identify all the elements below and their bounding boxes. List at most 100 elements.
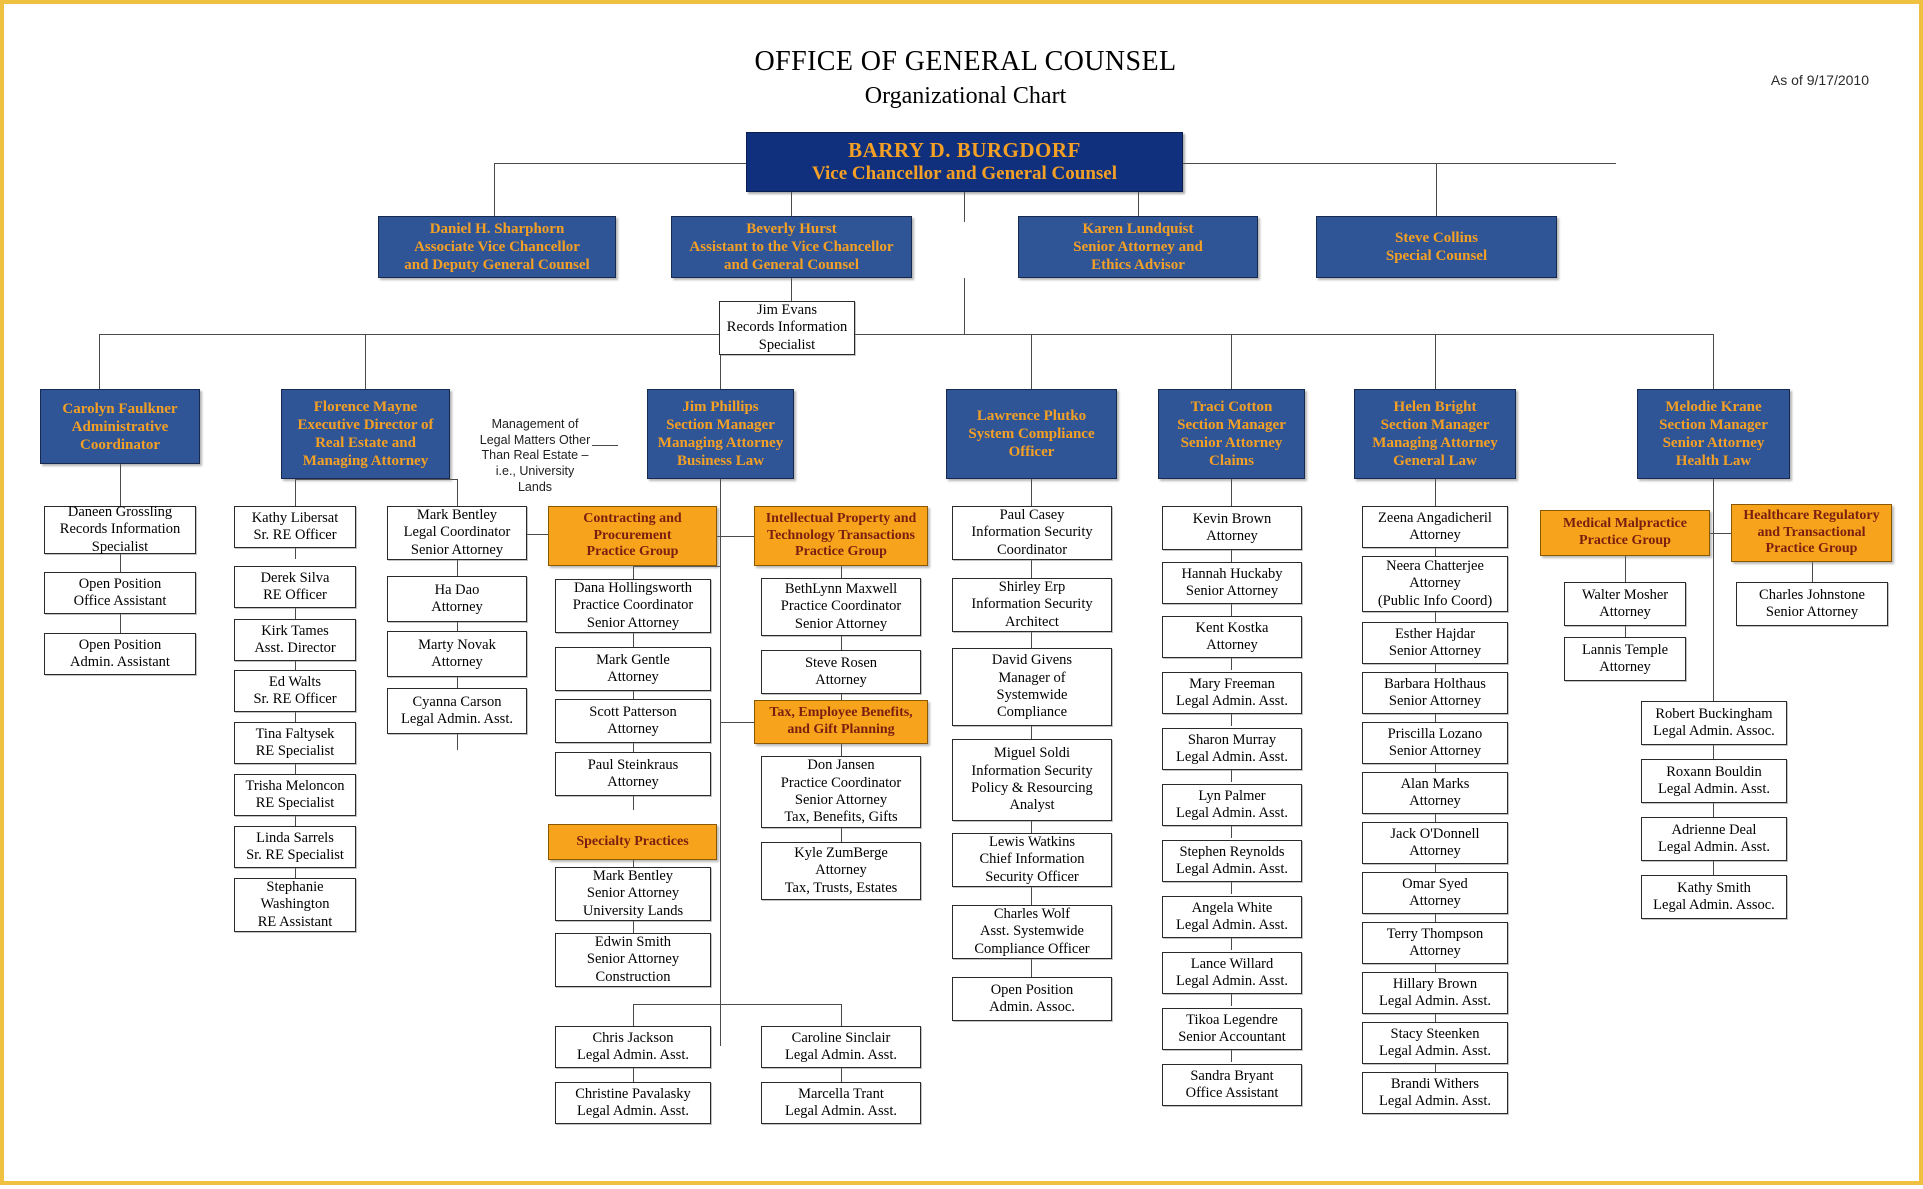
staff-box[interactable]: Terry Thompson Attorney (1362, 922, 1508, 964)
person-name: Paul Casey (999, 506, 1065, 523)
staff-box[interactable]: Chris Jackson Legal Admin. Asst. (555, 1026, 711, 1068)
staff-box[interactable]: Marcella Trant Legal Admin. Asst. (761, 1082, 921, 1124)
staff-box[interactable]: Marty Novak Attorney (387, 631, 527, 677)
staff-box[interactable]: Trisha Meloncon RE Specialist (234, 774, 356, 816)
practice-group-ip[interactable]: Intellectual Property and Technology Tra… (754, 506, 928, 566)
practice-group-medmal[interactable]: Medical Malpractice Practice Group (1540, 510, 1710, 556)
staff-box[interactable]: Christine Pavalasky Legal Admin. Asst. (555, 1082, 711, 1124)
staff-box[interactable]: Kyle ZumBerge Attorney Tax, Trusts, Estate… (761, 842, 921, 900)
staff-box[interactable]: BethLynn Maxwell Practice Coordinator Seni… (761, 578, 921, 636)
staff-box[interactable]: Hillary Brown Legal Admin. Asst. (1362, 972, 1508, 1014)
staff-box[interactable]: Cyanna Carson Legal Admin. Asst. (387, 688, 527, 734)
staff-box[interactable]: Derek Silva RE Officer (234, 566, 356, 608)
staff-box[interactable]: Ed Walts Sr. RE Officer (234, 670, 356, 712)
person-title-1: Legal Admin. Asst. (1658, 781, 1770, 797)
practice-group-tax[interactable]: Tax, Employee Benefits, and Gift Plannin… (754, 700, 928, 744)
staff-box[interactable]: Dana Hollingsworth Practice Coordinator Se… (555, 579, 711, 633)
staff-box[interactable]: David Givens Manager of Systemwide Complian… (952, 648, 1112, 726)
staff-box[interactable]: Open Position Admin. Assoc. (952, 977, 1112, 1021)
staff-box[interactable]: Sharon Murray Legal Admin. Asst. (1162, 728, 1302, 770)
staff-box[interactable]: Lannis Temple Attorney (1564, 637, 1686, 681)
staff-box[interactable]: Lance Willard Legal Admin. Asst. (1162, 952, 1302, 994)
staff-box[interactable]: Kirk Tames Asst. Director (234, 619, 356, 661)
practice-group-specialty[interactable]: Specialty Practices (548, 824, 717, 860)
box-sharphorn[interactable]: Daniel H. Sharphorn Associate Vice Chanc… (378, 216, 616, 278)
staff-box[interactable]: Tina Faltysek RE Specialist (234, 722, 356, 764)
staff-box[interactable]: Charles Wolf Asst. Systemwide Compliance O… (952, 905, 1112, 959)
staff-box[interactable]: Open Position Office Assistant (44, 572, 196, 614)
exec-box-burgdorf[interactable]: BARRY D. BURGDORF Vice Chancellor and Ge… (746, 132, 1183, 192)
connector (841, 636, 842, 650)
staff-box[interactable]: Zeena Angadicheril Attorney (1362, 506, 1508, 548)
dept-box-plutko[interactable]: Lawrence Plutko System Compliance Office… (946, 389, 1117, 479)
practice-group-healthreg[interactable]: Healthcare Regulatory and Transactional … (1731, 504, 1892, 562)
staff-box[interactable]: Omar Syed Attorney (1362, 872, 1508, 914)
staff-box[interactable]: Miguel Soldi Information Security Policy &… (952, 739, 1112, 821)
staff-box[interactable]: Charles Johnstone Senior Attorney (1736, 582, 1888, 626)
staff-box[interactable]: Barbara Holthaus Senior Attorney (1362, 672, 1508, 714)
person-name: Steve Collins (1395, 230, 1478, 246)
staff-box[interactable]: Open Position Admin. Assistant (44, 633, 196, 675)
practice-group-contracting[interactable]: Contracting and Procurement Practice Gro… (548, 506, 717, 566)
staff-box[interactable]: Robert Buckingham Legal Admin. Assoc. (1641, 701, 1787, 745)
staff-box[interactable]: Paul Casey Information Security Coordinato… (952, 506, 1112, 560)
staff-box[interactable]: Walter Mosher Attorney (1564, 582, 1686, 626)
dept-box-cotton[interactable]: Traci Cotton Section Manager Senior Atto… (1158, 389, 1305, 479)
person-title-2: Coordinator (996, 541, 1068, 558)
person-name: Cyanna Carson (412, 693, 502, 710)
staff-box[interactable]: Paul Steinkraus Attorney (555, 752, 711, 796)
staff-box[interactable]: Esther Hajdar Senior Attorney (1362, 622, 1508, 664)
box-lundquist[interactable]: Karen Lundquist Senior Attorney and Ethi… (1018, 216, 1258, 278)
staff-box[interactable]: Angela White Legal Admin. Asst. (1162, 896, 1302, 938)
person-name: Stephen Reynolds (1179, 843, 1285, 860)
staff-box[interactable]: Kent Kostka Attorney (1162, 616, 1302, 658)
staff-box[interactable]: Sandra Bryant Office Assistant (1162, 1064, 1302, 1106)
staff-box[interactable]: Brandi Withers Legal Admin. Asst. (1362, 1072, 1508, 1114)
box-jim-evans[interactable]: Jim Evans Records Information Specialist (719, 301, 855, 355)
dept-box-faulkner[interactable]: Carolyn Faulkner Administrative Coordina… (40, 389, 200, 464)
connector (841, 1004, 842, 1026)
staff-box[interactable]: Lewis Watkins Chief Information Security O… (952, 833, 1112, 887)
person-name: Stacy Steenken (1390, 1025, 1480, 1042)
box-hurst[interactable]: Beverly Hurst Assistant to the Vice Chan… (671, 216, 912, 278)
staff-box[interactable]: Mark Bentley Legal Coordinator Senior Atto… (387, 506, 527, 560)
staff-box[interactable]: Don Jansen Practice Coordinator Senior Att… (761, 756, 921, 828)
staff-box[interactable]: Stephen Reynolds Legal Admin. Asst. (1162, 840, 1302, 882)
staff-box[interactable]: Tikoa Legendre Senior Accountant (1162, 1008, 1302, 1050)
person-title-2: and Deputy General Counsel (404, 257, 590, 273)
staff-box[interactable]: Caroline Sinclair Legal Admin. Asst. (761, 1026, 921, 1068)
staff-box[interactable]: Ha Dao Attorney (387, 576, 527, 622)
staff-box[interactable]: Shirley Erp Information Security Architect (952, 578, 1112, 632)
person-title-1: Attorney (1409, 943, 1461, 959)
dept-box-mayne[interactable]: Florence Mayne Executive Director of Rea… (281, 389, 450, 479)
staff-box[interactable]: Mary Freeman Legal Admin. Asst. (1162, 672, 1302, 714)
staff-box[interactable]: Kevin Brown Attorney (1162, 506, 1302, 550)
staff-box[interactable]: Priscilla Lozano Senior Attorney (1362, 722, 1508, 764)
staff-box[interactable]: Kathy Libersat Sr. RE Officer (234, 506, 356, 548)
box-collins[interactable]: Steve Collins Special Counsel (1316, 216, 1557, 278)
staff-box[interactable]: Mark Gentle Attorney (555, 647, 711, 691)
staff-box[interactable]: Daneen Grossling Records Information Speci… (44, 504, 196, 555)
staff-box[interactable]: Jack O'Donnell Attorney (1362, 822, 1508, 864)
staff-box[interactable]: Lyn Palmer Legal Admin. Asst. (1162, 784, 1302, 826)
staff-box[interactable]: Mark Bentley Senior Attorney University La… (555, 867, 711, 921)
staff-box[interactable]: Steve Rosen Attorney (761, 650, 921, 694)
person-title-1: Manager of (998, 669, 1066, 686)
staff-box[interactable]: Adrienne Deal Legal Admin. Asst. (1641, 817, 1787, 861)
person-title-1: Sr. RE Officer (253, 691, 337, 707)
person-title-1: Senior Attorney (1388, 693, 1482, 709)
dept-box-phillips[interactable]: Jim Phillips Section Manager Managing At… (647, 389, 794, 479)
staff-box[interactable]: Scott Patterson Attorney (555, 699, 711, 743)
dept-box-krane[interactable]: Melodie Krane Section Manager Senior Att… (1637, 389, 1790, 479)
staff-box[interactable]: Alan Marks Attorney (1362, 772, 1508, 814)
staff-box[interactable]: Stacy Steenken Legal Admin. Asst. (1362, 1022, 1508, 1064)
staff-box[interactable]: Hannah Huckaby Senior Attorney (1162, 562, 1302, 604)
staff-box[interactable]: Kathy Smith Legal Admin. Assoc. (1641, 875, 1787, 919)
staff-box[interactable]: Stephanie Washington RE Assistant (234, 878, 356, 932)
staff-box[interactable]: Neera Chatterjee Attorney (Public Info Coo… (1362, 556, 1508, 612)
person-title-2: Compliance Officer (974, 940, 1090, 957)
staff-box[interactable]: Linda Sarrels Sr. RE Specialist (234, 826, 356, 868)
staff-box[interactable]: Roxann Bouldin Legal Admin. Asst. (1641, 759, 1787, 803)
staff-box[interactable]: Edwin Smith Senior Attorney Construction (555, 933, 711, 987)
dept-box-bright[interactable]: Helen Bright Section Manager Managing At… (1354, 389, 1516, 479)
